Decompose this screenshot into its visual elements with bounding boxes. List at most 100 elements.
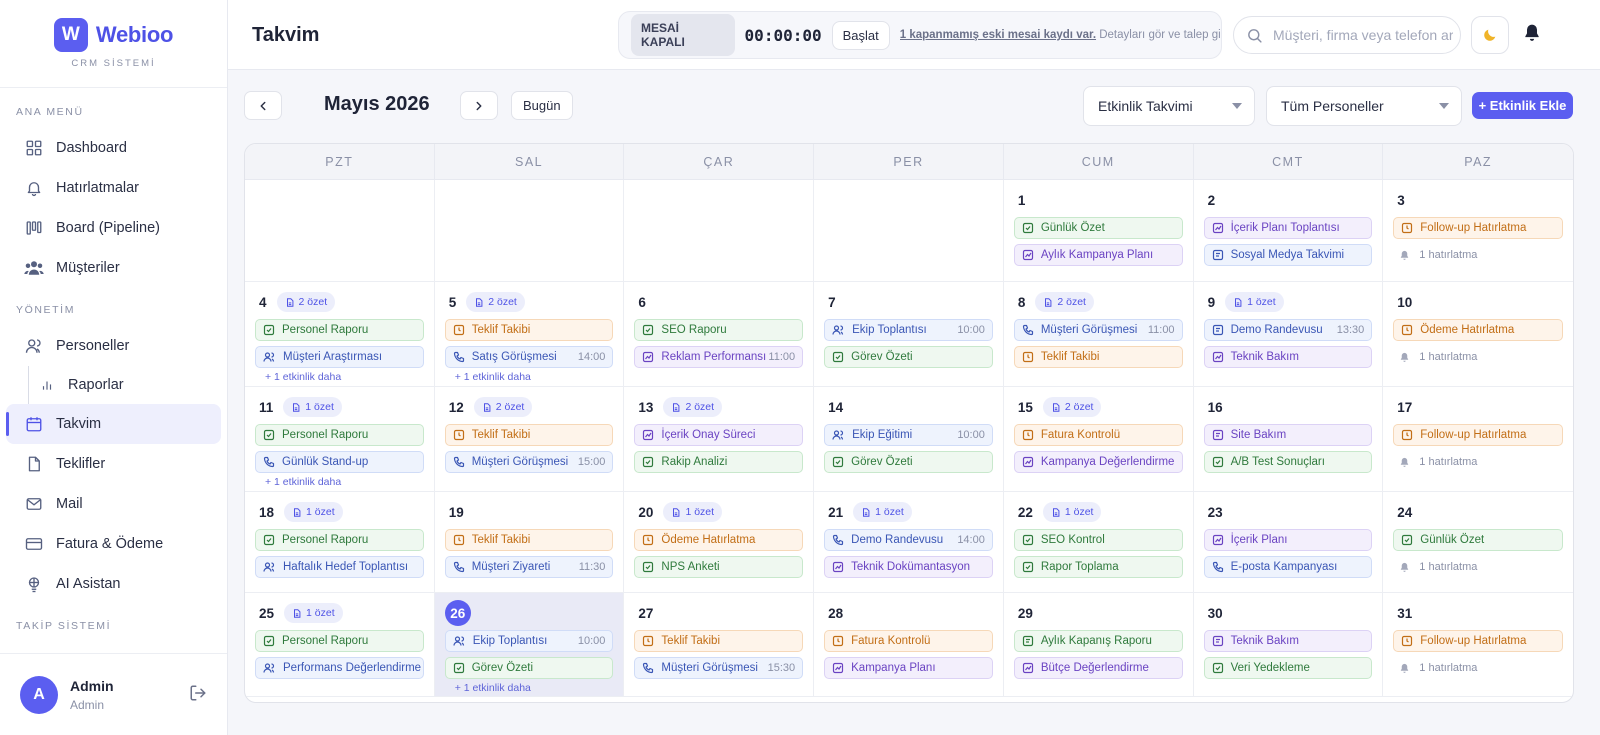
- day-cell[interactable]: 7 Ekip Toplantısı 10:00 Görev Özeti: [814, 282, 1004, 387]
- event-chip[interactable]: Fatura Kontrolü: [1013, 424, 1183, 446]
- day-cell[interactable]: 3 Follow-up Hatırlatma 1 hatırlatma: [1383, 180, 1573, 282]
- event-chip[interactable]: Follow-up Hatırlatma: [1393, 217, 1563, 239]
- day-cell[interactable]: 6 SEO Raporu Reklam Performansı 11:00: [624, 282, 815, 387]
- summary-badge[interactable]: 1 özet: [283, 397, 342, 417]
- event-chip[interactable]: Ödeme Hatırlatma: [634, 529, 804, 551]
- reminder-count[interactable]: 1 hatırlatma: [1393, 451, 1563, 473]
- summary-badge[interactable]: 1 özet: [663, 502, 723, 522]
- event-chip[interactable]: Görev Özeti: [824, 451, 993, 473]
- sidebar-item-teklifler[interactable]: Teklifler: [6, 444, 221, 484]
- sidebar-item-personeller[interactable]: Personeller: [6, 326, 221, 366]
- event-chip[interactable]: Satış Görüşmesi 14:00: [444, 346, 614, 368]
- next-month-button[interactable]: [460, 91, 498, 120]
- day-cell[interactable]: 25 1 özet Personel Raporu Performans Değerl…: [245, 593, 435, 697]
- reminder-count[interactable]: 1 hatırlatma: [1393, 244, 1563, 266]
- day-cell[interactable]: 30 Teknik Bakım Veri Yedekleme: [1193, 593, 1384, 697]
- event-chip[interactable]: Haftalık Hedef Toplantısı: [255, 556, 424, 578]
- day-cell[interactable]: 22 1 özet SEO Kontrol Rapor Toplama: [1003, 492, 1194, 593]
- today-button[interactable]: Bugün: [511, 91, 573, 120]
- sidebar-item-ai-asistan[interactable]: AI Asistan: [6, 564, 221, 604]
- event-chip[interactable]: Ekip Toplantısı 10:00: [824, 319, 993, 341]
- reminder-count[interactable]: 1 hatırlatma: [1393, 346, 1563, 368]
- summary-badge[interactable]: 1 özet: [284, 502, 343, 522]
- event-chip[interactable]: A/B Test Sonuçları: [1203, 451, 1373, 473]
- more-events-link[interactable]: + 1 etkinlik daha: [445, 371, 614, 383]
- event-chip[interactable]: Görev Özeti: [444, 657, 614, 679]
- staff-filter-select[interactable]: Tüm Personeller: [1266, 86, 1462, 126]
- day-cell[interactable]: 8 2 özet Müşteri Görüşmesi 11:00 Teklif Taki…: [1003, 282, 1194, 387]
- sidebar-item-fatura-odeme[interactable]: Fatura & Ödeme: [6, 524, 221, 564]
- sidebar-item-board-pipeline[interactable]: Board (Pipeline): [6, 208, 221, 248]
- event-chip[interactable]: Müşteri Görüşmesi 15:00: [444, 451, 614, 473]
- day-cell[interactable]: 16 Site Bakım A/B Test Sonuçları: [1193, 387, 1384, 492]
- reminder-count[interactable]: 1 hatırlatma: [1393, 657, 1563, 679]
- event-chip[interactable]: Teklif Takibi: [444, 319, 614, 341]
- event-chip[interactable]: Demo Randevusu 14:00: [824, 529, 993, 551]
- event-chip[interactable]: Ekip Toplantısı 10:00: [444, 630, 614, 652]
- event-chip[interactable]: Teklif Takibi: [1013, 346, 1183, 368]
- event-chip[interactable]: Günlük Stand-up: [255, 451, 424, 473]
- sidebar-item-dashboard[interactable]: Dashboard: [6, 128, 221, 168]
- calendar-type-select[interactable]: Etkinlik Takvimi: [1083, 86, 1255, 126]
- day-cell[interactable]: 11 1 özet Personel Raporu Günlük Stand-up + …: [245, 387, 435, 492]
- event-chip[interactable]: Ödeme Hatırlatma: [1393, 319, 1563, 341]
- day-cell[interactable]: 24 Günlük Özet 1 hatırlatma: [1383, 492, 1573, 593]
- sidebar-item-mail[interactable]: Mail: [6, 484, 221, 524]
- event-chip[interactable]: Günlük Özet: [1393, 529, 1563, 551]
- sidebar-item-musteriler[interactable]: Müşteriler: [6, 248, 221, 288]
- add-event-button[interactable]: + Etkinlik Ekle: [1472, 92, 1573, 119]
- sidebar-item-takvim[interactable]: Takvim: [6, 404, 221, 444]
- start-shift-button[interactable]: Başlat: [831, 20, 890, 50]
- day-cell[interactable]: 2 İçerik Planı Toplantısı Sosyal Medya Tak…: [1193, 180, 1384, 282]
- avatar[interactable]: A: [20, 675, 58, 714]
- day-cell[interactable]: 18 1 özet Personel Raporu Haftalık Hedef To…: [245, 492, 435, 593]
- event-chip[interactable]: Müşteri Görüşmesi 15:30: [634, 657, 804, 679]
- summary-badge[interactable]: 1 özet: [1225, 292, 1284, 312]
- event-chip[interactable]: NPS Anketi: [634, 556, 804, 578]
- event-chip[interactable]: Görev Özeti: [824, 346, 993, 368]
- event-chip[interactable]: SEO Raporu: [634, 319, 804, 341]
- event-chip[interactable]: Teklif Takibi: [444, 424, 614, 446]
- event-chip[interactable]: Teknik Dokümantasyon: [824, 556, 993, 578]
- event-chip[interactable]: Kampanya Planı: [824, 657, 993, 679]
- event-chip[interactable]: Teknik Bakım: [1203, 346, 1373, 368]
- theme-toggle-button[interactable]: [1471, 16, 1509, 54]
- event-chip[interactable]: Follow-up Hatırlatma: [1393, 424, 1563, 446]
- event-chip[interactable]: Sosyal Medya Takvimi: [1203, 244, 1373, 266]
- day-cell[interactable]: 15 2 özet Fatura Kontrolü Kampanya Değerlen…: [1003, 387, 1194, 492]
- event-chip[interactable]: Aylık Kampanya Planı: [1013, 244, 1183, 266]
- day-cell[interactable]: 12 2 özet Teklif Takibi Müşteri Görüşmesi 15…: [434, 387, 625, 492]
- summary-badge[interactable]: 1 özet: [1042, 502, 1102, 522]
- day-cell[interactable]: 21 1 özet Demo Randevusu 14:00 Teknik Doküma…: [814, 492, 1004, 593]
- event-chip[interactable]: İçerik Onay Süreci: [634, 424, 804, 446]
- event-chip[interactable]: Ekip Eğitimi 10:00: [824, 424, 993, 446]
- day-cell[interactable]: 5 2 özet Teklif Takibi Satış Görüşmesi 14:00…: [434, 282, 625, 387]
- summary-badge[interactable]: 2 özet: [1035, 292, 1094, 312]
- sidebar-item-hatirlatmalar[interactable]: Hatırlatmalar: [6, 168, 221, 208]
- day-cell[interactable]: 19 Teklif Takibi Müşteri Ziyareti 11:30: [434, 492, 625, 593]
- more-events-link[interactable]: + 1 etkinlik daha: [255, 476, 424, 488]
- more-events-link[interactable]: + 1 etkinlik daha: [445, 682, 614, 694]
- event-chip[interactable]: Kampanya Değerlendirme: [1013, 451, 1183, 473]
- event-chip[interactable]: Günlük Özet: [1013, 217, 1183, 239]
- day-cell[interactable]: 27 Teklif Takibi Müşteri Görüşmesi 15:30: [624, 593, 815, 697]
- event-chip[interactable]: Müşteri Görüşmesi 11:00: [1013, 319, 1183, 341]
- day-cell[interactable]: 14 Ekip Eğitimi 10:00 Görev Özeti: [814, 387, 1004, 492]
- event-chip[interactable]: Personel Raporu: [255, 630, 424, 652]
- day-cell[interactable]: 20 1 özet Ödeme Hatırlatma NPS Anketi: [624, 492, 815, 593]
- event-chip[interactable]: İçerik Planı: [1203, 529, 1373, 551]
- summary-badge[interactable]: 2 özet: [663, 397, 723, 417]
- day-cell[interactable]: 31 Follow-up Hatırlatma 1 hatırlatma: [1383, 593, 1573, 697]
- event-chip[interactable]: İçerik Planı Toplantısı: [1203, 217, 1373, 239]
- day-cell[interactable]: 9 1 özet Demo Randevusu 13:30 Teknik Bakım: [1193, 282, 1384, 387]
- event-chip[interactable]: Personel Raporu: [255, 424, 424, 446]
- event-chip[interactable]: Teklif Takibi: [444, 529, 614, 551]
- event-chip[interactable]: Müşteri Araştırması: [255, 346, 424, 368]
- summary-badge[interactable]: 2 özet: [1042, 397, 1102, 417]
- prev-month-button[interactable]: [244, 91, 282, 120]
- event-chip[interactable]: Teklif Takibi: [634, 630, 804, 652]
- event-chip[interactable]: Rapor Toplama: [1013, 556, 1183, 578]
- event-chip[interactable]: SEO Kontrol: [1013, 529, 1183, 551]
- event-chip[interactable]: Aylık Kapanış Raporu: [1013, 630, 1183, 652]
- event-chip[interactable]: Follow-up Hatırlatma: [1393, 630, 1563, 652]
